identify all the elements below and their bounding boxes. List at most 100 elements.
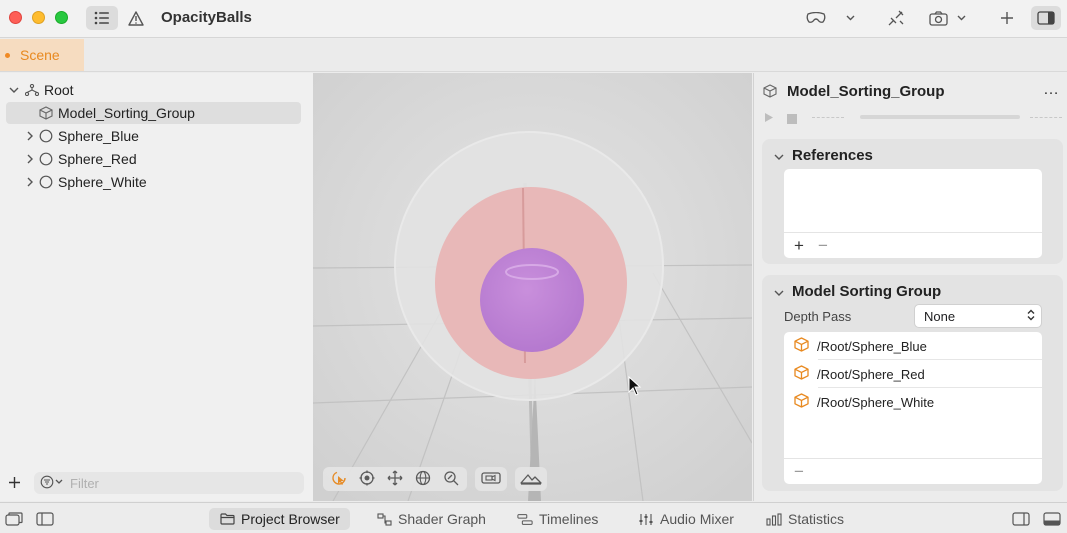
tab-scene[interactable]: Scene: [0, 39, 84, 71]
tab-project-browser[interactable]: Project Browser: [209, 508, 350, 530]
tree-item-sphere-blue[interactable]: Sphere_Blue: [24, 125, 139, 147]
play-button[interactable]: [764, 111, 774, 126]
tab-timelines[interactable]: Timelines: [507, 508, 608, 530]
select-cursor-icon: [331, 470, 347, 489]
chevron-right-icon[interactable]: [24, 177, 36, 187]
add-entity-button[interactable]: [8, 473, 24, 494]
brush-tools-icon: [887, 9, 905, 27]
windows-stack-button[interactable]: [5, 512, 23, 529]
tab-audio-mixer[interactable]: Audio Mixer: [628, 508, 744, 530]
references-list[interactable]: + −: [784, 169, 1042, 258]
inspector-toggle-button[interactable]: [1031, 6, 1061, 30]
scale-tool-button[interactable]: [438, 468, 464, 490]
entity-cube-icon: [794, 393, 809, 411]
tab-statistics[interactable]: Statistics: [756, 508, 854, 530]
add-button[interactable]: [996, 6, 1018, 30]
tab-label: Audio Mixer: [660, 511, 734, 527]
more-options-button[interactable]: …: [1043, 81, 1060, 99]
scene-hierarchy-panel: Root Model_Sorting_Group Sphere_Blue Sph…: [0, 73, 313, 501]
hierarchy-toggle-button[interactable]: [86, 6, 118, 30]
chevron-down-icon[interactable]: [774, 149, 784, 164]
camera-view-button[interactable]: [478, 468, 504, 490]
inspector-header: Model_Sorting_Group …: [754, 73, 1067, 131]
entity-cube-icon: [794, 337, 809, 355]
tab-shader-graph[interactable]: Shader Graph: [366, 508, 496, 530]
issues-button[interactable]: [124, 6, 148, 30]
headset-button[interactable]: [802, 6, 830, 30]
playback-scrubber[interactable]: [860, 115, 1020, 119]
chevron-down-icon[interactable]: [774, 285, 784, 300]
chevron-down-icon: [957, 15, 966, 21]
filter-input[interactable]: [70, 475, 270, 491]
timeline-icon: [517, 511, 533, 527]
translate-tool-button[interactable]: [382, 468, 408, 490]
document-tab-strip: Scene: [0, 39, 1067, 72]
tab-label: Statistics: [788, 511, 845, 527]
snapshot-button[interactable]: [926, 6, 950, 30]
sidebar-right-button[interactable]: [1012, 512, 1030, 529]
sidebar-right-icon: [1037, 11, 1055, 25]
depth-pass-select[interactable]: None: [914, 304, 1042, 328]
remove-entity-button[interactable]: −: [794, 462, 804, 482]
depth-pass-value: None: [924, 308, 956, 324]
tab-scene-label: Scene: [20, 47, 60, 63]
tools-button[interactable]: [884, 6, 908, 30]
warning-icon: [128, 10, 144, 26]
list-item[interactable]: /Root/Sphere_Blue: [784, 332, 1042, 360]
snapshot-menu-button[interactable]: [953, 6, 969, 30]
rotate-tool-button[interactable]: [410, 468, 436, 490]
stop-button[interactable]: [787, 112, 797, 127]
chevron-down-icon[interactable]: [8, 87, 20, 94]
list-item[interactable]: /Root/Sphere_Red: [784, 360, 1042, 388]
bottom-panel-button[interactable]: [1043, 512, 1061, 529]
chevron-right-icon[interactable]: [24, 131, 36, 141]
filter-field[interactable]: [34, 472, 304, 494]
tab-label: Shader Graph: [398, 511, 486, 527]
depth-pass-label: Depth Pass: [784, 309, 852, 324]
hierarchy-node-icon: [24, 82, 40, 98]
camera-icon: [928, 10, 948, 26]
remove-reference-button[interactable]: −: [818, 236, 828, 256]
unsaved-dot-icon: [5, 52, 10, 58]
title-bar: OpacityBalls: [0, 0, 1067, 38]
references-title: References: [792, 147, 873, 164]
scene-viewport[interactable]: [313, 73, 752, 501]
scale-magnifier-icon: [443, 470, 459, 489]
sorting-entities-list: /Root/Sphere_Blue /Root/Sphere_Red /Root…: [784, 332, 1042, 484]
target-icon: [359, 470, 375, 489]
list-icon: [94, 11, 110, 25]
tree-item-sphere-white[interactable]: Sphere_White: [24, 171, 147, 193]
shader-graph-icon: [376, 511, 392, 527]
entity-cube-icon: [794, 365, 809, 383]
rotate-globe-icon: [415, 470, 431, 489]
sphere-icon: [38, 128, 54, 144]
sidebar-left-button[interactable]: [36, 512, 54, 529]
tree-item-root[interactable]: Root: [8, 79, 74, 101]
minimize-window-button[interactable]: [32, 11, 45, 24]
add-reference-button[interactable]: +: [794, 236, 804, 256]
viewport-render: [313, 73, 752, 501]
tree-item-label: Model_Sorting_Group: [58, 105, 195, 121]
close-window-button[interactable]: [9, 11, 22, 24]
move-tool-button[interactable]: [354, 468, 380, 490]
tree-item-model-sorting-group[interactable]: Model_Sorting_Group: [6, 102, 301, 124]
sorting-list-toolbar: −: [784, 458, 1042, 484]
references-section: References + −: [762, 139, 1063, 264]
mouse-cursor: [628, 375, 642, 399]
maximize-window-button[interactable]: [55, 11, 68, 24]
headset-menu-button[interactable]: [842, 6, 858, 30]
sphere-icon: [38, 151, 54, 167]
chevron-right-icon[interactable]: [24, 154, 36, 164]
select-tool-button[interactable]: [326, 468, 352, 490]
transform-tools-group: [323, 467, 467, 491]
sphere-icon: [38, 174, 54, 190]
filter-options-icon[interactable]: [40, 475, 64, 492]
list-item[interactable]: /Root/Sphere_White: [784, 388, 1042, 416]
tree-item-label: Sphere_Red: [58, 151, 137, 167]
tab-label: Project Browser: [241, 511, 340, 527]
folder-icon: [219, 511, 235, 527]
environment-button[interactable]: [518, 468, 544, 490]
video-camera-icon: [481, 471, 501, 488]
bottom-bar: Project Browser Shader Graph Timelines A…: [0, 502, 1067, 533]
tree-item-sphere-red[interactable]: Sphere_Red: [24, 148, 137, 170]
